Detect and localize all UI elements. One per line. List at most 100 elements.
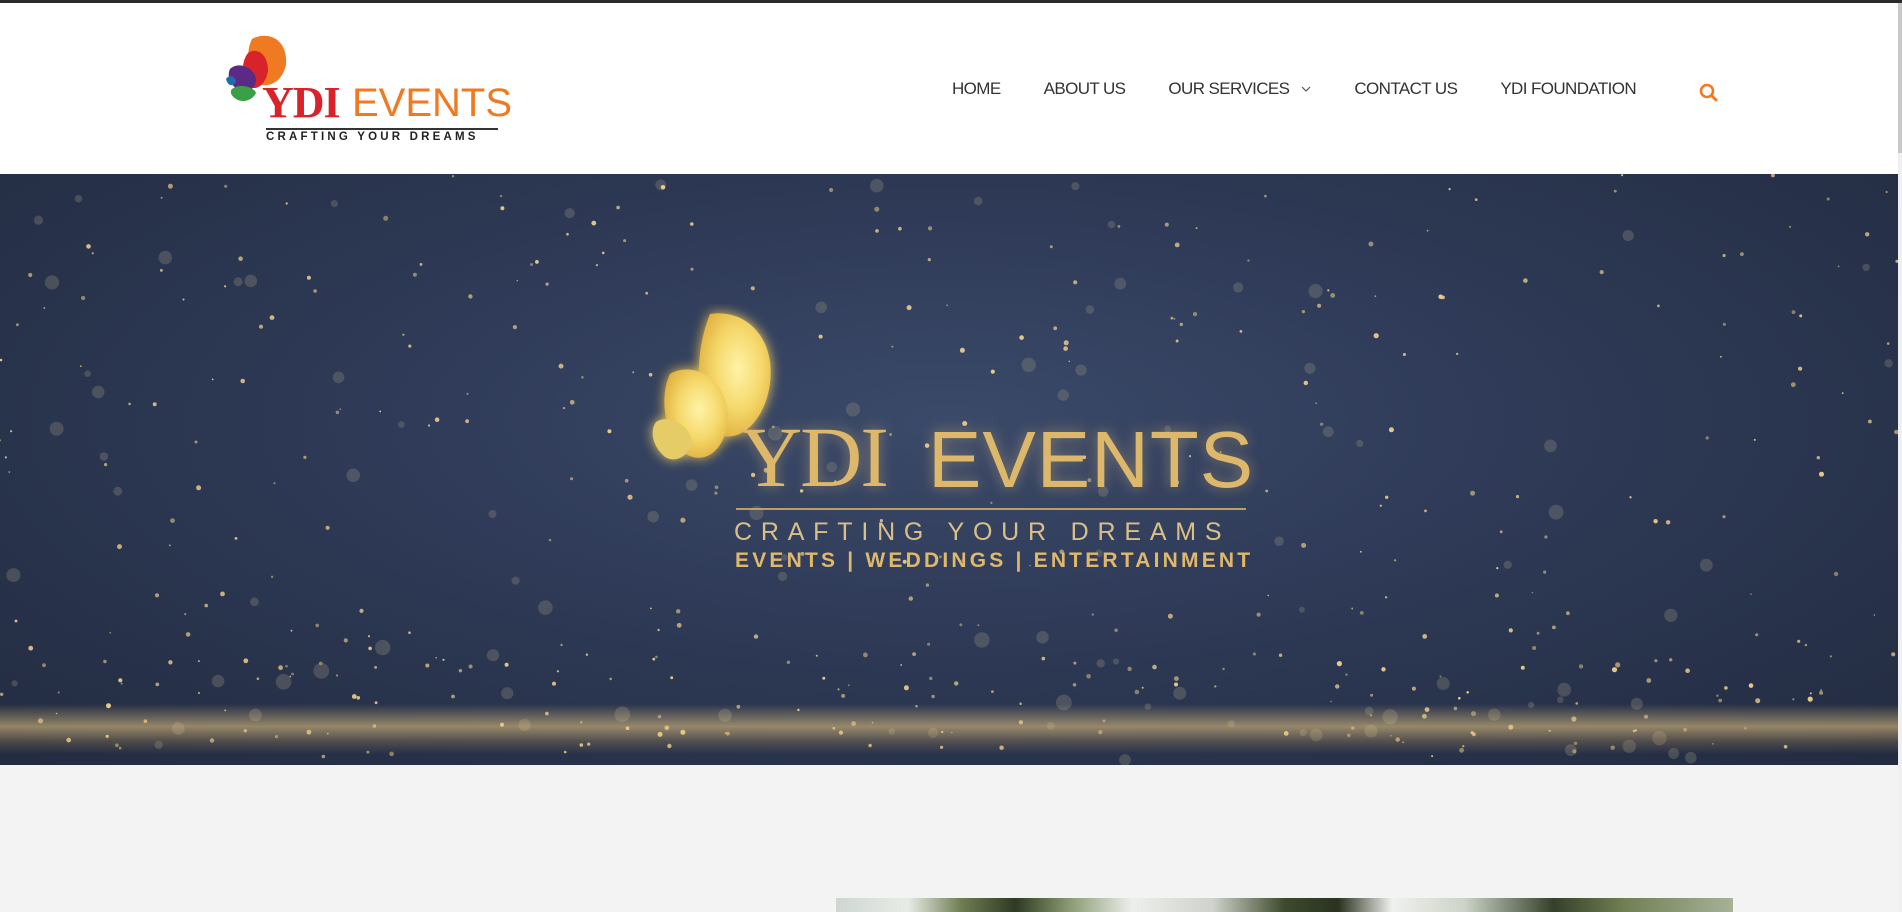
sparkle-dot xyxy=(1722,322,1726,326)
sparkle-dot xyxy=(535,260,539,264)
sparkle-dot xyxy=(837,688,840,691)
sparkle-dot xyxy=(383,215,389,221)
sparkle-dot xyxy=(1303,380,1309,386)
sparkle-dot xyxy=(442,658,445,661)
sparkle-dot xyxy=(1119,754,1131,765)
nav-label: HOME xyxy=(952,79,1001,98)
sparkle-dot xyxy=(1724,686,1728,690)
sparkle-dot xyxy=(1669,658,1673,662)
sparkle-dot xyxy=(44,275,60,290)
sparkle-dot xyxy=(1788,225,1792,228)
sparkle-dot xyxy=(1247,259,1250,262)
sparkle-dot xyxy=(676,622,682,628)
sparkle-dot xyxy=(425,663,430,668)
sparkle-dot xyxy=(1336,661,1342,667)
sparkle-dot xyxy=(898,226,902,231)
sparkle-dot xyxy=(154,593,160,598)
sparkle-dot xyxy=(777,571,788,581)
sparkle-dot xyxy=(1086,674,1091,679)
sparkle-dot xyxy=(313,289,317,293)
sparkle-dot xyxy=(170,518,175,523)
nav-item-our-services[interactable]: OUR SERVICES xyxy=(1168,79,1311,99)
sparkle-dot xyxy=(927,258,931,262)
sparkle-dot xyxy=(548,538,552,542)
nav-label: CONTACT US xyxy=(1354,79,1458,98)
sparkle-dot xyxy=(1536,631,1540,635)
sparkle-dot xyxy=(1174,676,1179,681)
sparkle-dot xyxy=(530,263,534,266)
sparkle-dot xyxy=(1456,352,1459,356)
sparkle-dot xyxy=(959,623,963,627)
nav-item-home[interactable]: HOME xyxy=(952,79,1001,99)
sparkle-dot xyxy=(158,250,173,265)
sparkle-dot xyxy=(623,239,627,243)
sparkle-dot xyxy=(1819,471,1824,477)
sparkle-dot xyxy=(560,643,563,647)
sparkle-dot xyxy=(1496,567,1499,570)
sparkle-dot xyxy=(1298,606,1305,613)
sparkle-dot xyxy=(1356,439,1364,448)
sparkle-dot xyxy=(676,609,681,614)
sparkle-dot xyxy=(501,687,514,700)
sparkle-dot xyxy=(1886,342,1890,345)
sparkle-dot xyxy=(991,690,994,693)
sparkle-dot xyxy=(908,596,913,601)
sparkle-dot xyxy=(315,623,320,628)
sparkle-dot xyxy=(1091,613,1094,616)
sparkle-dot xyxy=(1816,456,1821,460)
sparkle-dot xyxy=(1755,698,1761,704)
sparkle-dot xyxy=(1466,691,1469,694)
sparkle-dot xyxy=(925,583,930,587)
sparkle-dot xyxy=(516,279,519,282)
sparkle-dot xyxy=(1820,689,1823,692)
nav-item-contact-us[interactable]: CONTACT US xyxy=(1354,79,1458,99)
sparkle-dot xyxy=(912,652,916,656)
sparkle-dot xyxy=(500,206,505,211)
sparkle-dot xyxy=(1791,310,1796,314)
sparkle-dot xyxy=(632,371,635,374)
sparkle-dot xyxy=(1301,542,1307,548)
sparkle-dot xyxy=(250,597,259,607)
sparkle-dot xyxy=(28,272,33,278)
sparkle-dot xyxy=(81,295,86,301)
sparkle-dot xyxy=(356,696,361,700)
sparkle-dot xyxy=(1494,593,1499,598)
sparkle-dot xyxy=(1114,277,1127,290)
sparkle-dot xyxy=(11,680,18,687)
sparkle-dot xyxy=(569,399,575,405)
sparkle-dot xyxy=(1809,692,1812,695)
search-button[interactable] xyxy=(1698,82,1720,104)
sparkle-dot xyxy=(367,635,370,638)
sparkle-dot xyxy=(465,419,469,424)
nav-item-about-us[interactable]: ABOUT US xyxy=(1044,79,1126,99)
sparkle-dot xyxy=(1865,232,1870,237)
nav-label: OUR SERVICES xyxy=(1168,79,1290,98)
sparkle-dot xyxy=(285,202,288,205)
sparkle-dot xyxy=(343,638,348,643)
sparkle-dot xyxy=(1873,614,1876,616)
sparkle-dot xyxy=(240,378,245,384)
sparkle-dot xyxy=(822,676,826,680)
sparkle-dot xyxy=(451,694,455,699)
sparkle-dot xyxy=(973,196,983,206)
sparkle-dot xyxy=(233,277,243,287)
sparkle-dot xyxy=(601,251,605,255)
sparkle-dot xyxy=(335,674,339,677)
sparkle-dot xyxy=(551,681,557,686)
sparkle-dot xyxy=(270,575,274,578)
sparkle-dot xyxy=(155,682,160,687)
sparkle-dot xyxy=(1439,675,1442,678)
sparkle-dot xyxy=(1520,665,1525,670)
nav-item-ydi-foundation[interactable]: YDI FOUNDATION xyxy=(1500,79,1636,99)
sparkle-dot xyxy=(1114,628,1118,632)
site-logo[interactable]: YDI EVENTS CRAFTING YOUR DREAMS xyxy=(222,31,512,149)
sparkle-dot xyxy=(1523,278,1528,283)
sparkle-dot xyxy=(1705,436,1709,440)
sparkle-dot xyxy=(359,608,364,613)
scrollbar-thumb[interactable] xyxy=(1898,3,1902,153)
sparkle-dot xyxy=(1304,362,1316,374)
sparkle-dot xyxy=(1267,594,1269,597)
sparkle-dot xyxy=(169,544,171,547)
sparkle-dot xyxy=(690,222,694,226)
sparkle-dot xyxy=(875,229,879,233)
